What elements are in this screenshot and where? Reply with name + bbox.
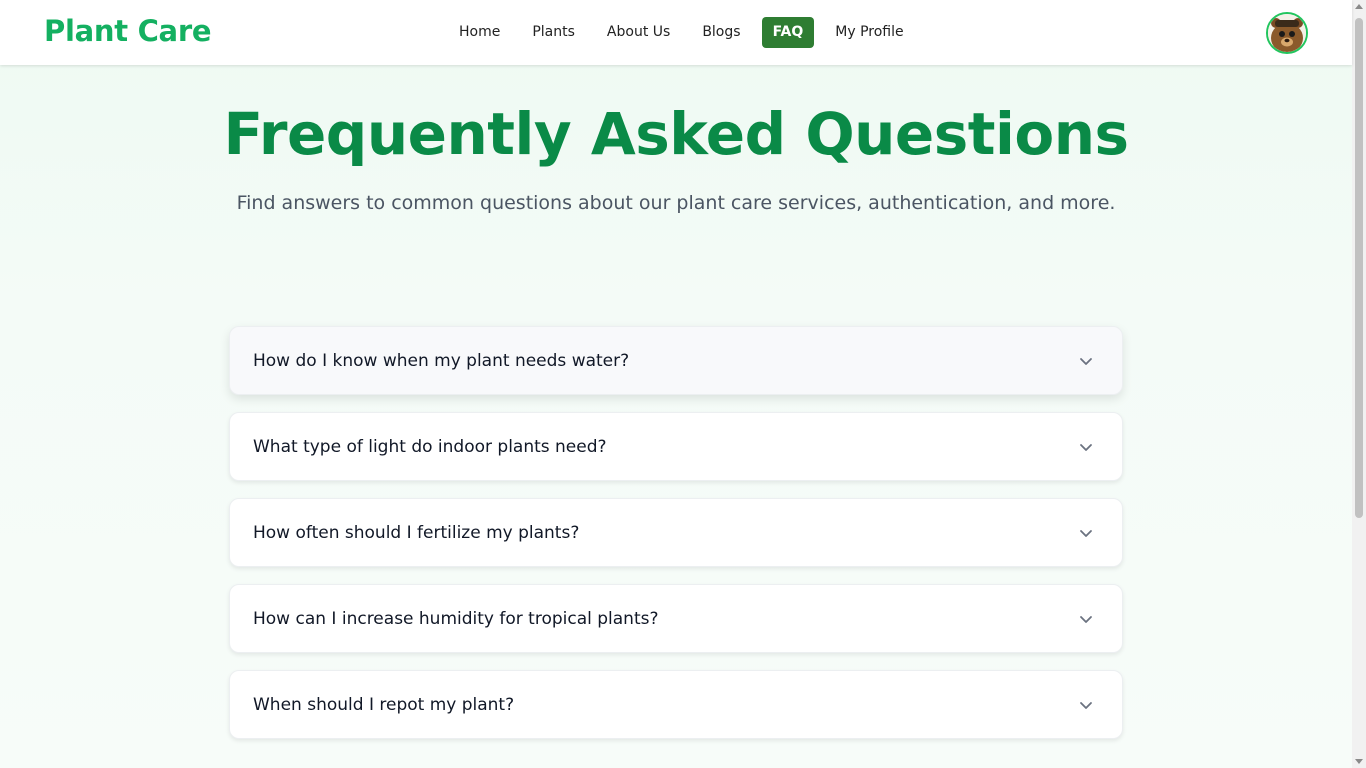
faq-item-humidity[interactable]: How can I increase humidity for tropical…: [229, 584, 1123, 653]
page-scrollbar[interactable]: [1352, 0, 1366, 768]
chevron-down-icon: [1080, 529, 1092, 537]
nav-link-my-profile[interactable]: My Profile: [824, 17, 914, 48]
faq-question: What type of light do indoor plants need…: [253, 436, 607, 457]
faq-question: When should I repot my plant?: [253, 694, 515, 715]
navbar: Plant Care Home Plants About Us Blogs FA…: [0, 0, 1352, 65]
nav-link-faq[interactable]: FAQ: [761, 17, 815, 48]
chevron-down-icon: [1080, 701, 1092, 709]
faq-question: How do I know when my plant needs water?: [253, 350, 630, 371]
scroll-up-icon[interactable]: [1355, 4, 1363, 9]
faq-question: How often should I fertilize my plants?: [253, 522, 580, 543]
nav-links: Home Plants About Us Blogs FAQ My Profil…: [448, 17, 925, 48]
faq-list: How do I know when my plant needs water?…: [229, 326, 1123, 756]
page-title: Frequently Asked Questions: [223, 100, 1129, 168]
bear-avatar-icon: [1268, 14, 1306, 52]
nav-link-blogs[interactable]: Blogs: [691, 17, 751, 48]
faq-item-repot[interactable]: When should I repot my plant?: [229, 670, 1123, 739]
faq-item-light[interactable]: What type of light do indoor plants need…: [229, 412, 1123, 481]
scroll-down-icon[interactable]: [1355, 759, 1363, 764]
chevron-down-icon: [1080, 443, 1092, 451]
user-avatar[interactable]: [1266, 12, 1308, 54]
faq-item-fertilize[interactable]: How often should I fertilize my plants?: [229, 498, 1123, 567]
faq-question: How can I increase humidity for tropical…: [253, 608, 659, 629]
nav-link-home[interactable]: Home: [448, 17, 511, 48]
faq-item-water[interactable]: How do I know when my plant needs water?: [229, 326, 1123, 395]
page-subtitle: Find answers to common questions about o…: [236, 192, 1116, 214]
scroll-thumb[interactable]: [1355, 18, 1363, 518]
chevron-down-icon: [1080, 357, 1092, 365]
nav-link-about-us[interactable]: About Us: [596, 17, 681, 48]
chevron-down-icon: [1080, 615, 1092, 623]
brand-logo[interactable]: Plant Care: [44, 14, 212, 48]
nav-link-plants[interactable]: Plants: [521, 17, 586, 48]
